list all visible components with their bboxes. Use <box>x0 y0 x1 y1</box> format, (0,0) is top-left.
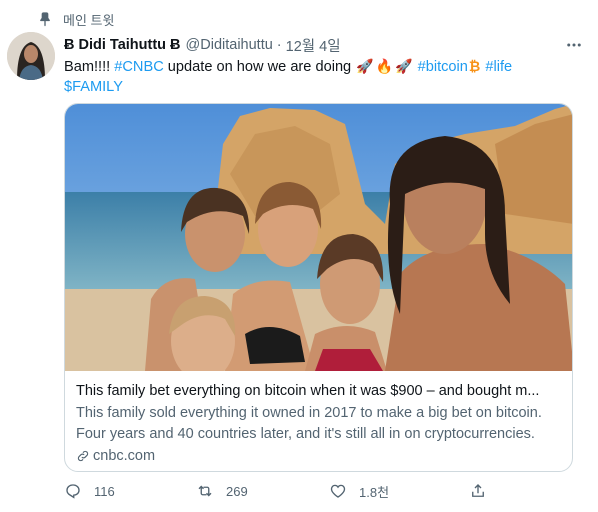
like-count: 1.8천 <box>359 484 390 500</box>
retweet-button[interactable]: 269 <box>196 482 248 500</box>
author-name[interactable]: Ƀ Didi Taihuttu Ƀ <box>64 37 181 53</box>
link-preview-card[interactable]: This family bet everything on bitcoin wh… <box>64 103 573 472</box>
share-button[interactable] <box>469 482 499 500</box>
retweet-icon <box>198 485 212 497</box>
rocket-emoji-2: 🚀 <box>395 58 413 74</box>
pin-icon <box>40 12 50 27</box>
card-domain: cnbc.com <box>76 446 564 466</box>
pinned-label: 메인 트윗 <box>63 12 115 28</box>
fire-emoji: 🔥 <box>375 58 394 74</box>
tweet-date[interactable]: 12월 4일 <box>286 35 341 56</box>
rocket-emoji: 🚀 <box>356 58 374 74</box>
tweet-text: Bam!!!! #CNBC update on how we are doing… <box>64 56 574 97</box>
more-icon <box>567 43 581 47</box>
hashtag-life-link[interactable]: #life <box>485 59 512 75</box>
reply-button[interactable]: 116 <box>64 482 115 500</box>
card-domain-text: cnbc.com <box>93 448 156 464</box>
like-button[interactable]: 1.8천 <box>329 482 389 501</box>
author-handle[interactable]: @Diditaihuttu <box>186 37 273 53</box>
avatar-image <box>7 32 55 80</box>
tweet-header: Ƀ Didi Taihuttu Ƀ @Diditaihuttu · 12월 4일 <box>64 35 586 55</box>
hashtag-cnbc-link[interactable]: #CNBC <box>114 59 163 75</box>
heart-icon <box>330 484 346 498</box>
link-icon <box>77 450 89 462</box>
card-description: This family sold everything it owned in … <box>76 405 542 442</box>
card-image <box>65 104 572 371</box>
avatar[interactable] <box>7 32 55 80</box>
reply-icon <box>66 484 80 499</box>
tweet-text-start: Bam!!!! <box>64 59 115 75</box>
cashtag-family-link[interactable]: $FAMILY <box>64 79 123 95</box>
hashtag-bitcoin-link[interactable]: #bitcoin <box>418 59 468 75</box>
more-options-button[interactable] <box>564 36 584 54</box>
bitcoin-emoji: ₿ <box>468 58 481 74</box>
card-text-block: This family bet everything on bitcoin wh… <box>76 381 564 466</box>
pinned-tweet-indicator: 메인 트윗 <box>37 9 114 29</box>
reply-count: 116 <box>94 483 115 499</box>
share-icon <box>472 484 484 497</box>
card-title: This family bet everything on bitcoin wh… <box>76 383 540 399</box>
separator-dot: · <box>276 37 282 53</box>
tweet-actions-bar: 116 269 1.8천 <box>64 480 504 502</box>
tweet-text-middle: update on how we are doing <box>163 59 356 75</box>
retweet-count: 269 <box>226 483 248 499</box>
